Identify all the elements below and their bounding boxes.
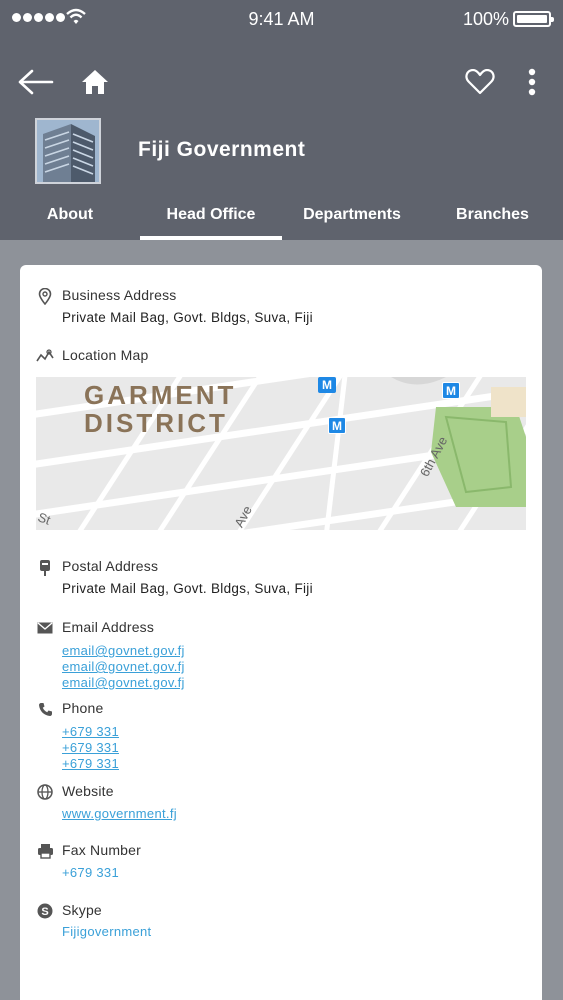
tab-bar: About Head Office Departments Branches <box>0 196 563 240</box>
battery-icon <box>513 11 554 27</box>
phone-link[interactable]: +679 331 <box>62 740 119 756</box>
metro-marker-icon[interactable]: M <box>318 377 336 393</box>
back-button[interactable] <box>16 64 56 100</box>
website-title: Website <box>62 783 114 799</box>
email-title: Email Address <box>62 619 155 635</box>
home-button[interactable] <box>78 64 112 100</box>
details-card: Business Address Private Mail Bag, Govt.… <box>20 265 542 1000</box>
svg-text:S: S <box>41 906 48 918</box>
skype-title: Skype <box>62 902 102 918</box>
fax-title: Fax Number <box>62 842 142 858</box>
email-link[interactable]: email@govnet.gov.fj <box>62 643 185 659</box>
more-options-button[interactable] <box>518 64 546 100</box>
phone-title: Phone <box>62 700 104 716</box>
metro-marker-icon[interactable]: M <box>328 417 346 434</box>
skype-icon: S <box>36 902 54 920</box>
envelope-icon <box>36 619 54 637</box>
globe-icon <box>36 783 54 801</box>
website-link[interactable]: www.government.fj <box>62 806 177 822</box>
heart-icon <box>465 69 495 95</box>
page-title: Fiji Government <box>138 138 306 161</box>
status-bar: 9:41 AM 100% <box>0 0 563 38</box>
home-icon <box>82 70 108 94</box>
phone-link[interactable]: +679 331 <box>62 756 119 772</box>
organization-logo <box>35 118 101 184</box>
business-address-value: Private Mail Bag, Govt. Bldgs, Suva, Fij… <box>62 310 313 325</box>
postal-address-value: Private Mail Bag, Govt. Bldgs, Suva, Fij… <box>62 581 313 596</box>
postal-address-title: Postal Address <box>62 558 159 574</box>
tab-departments[interactable]: Departments <box>282 196 422 240</box>
mailbox-icon <box>36 558 54 576</box>
phone-link[interactable]: +679 331 <box>62 724 119 740</box>
battery-percentage: 100% <box>462 9 509 29</box>
fax-value[interactable]: +679 331 <box>62 865 119 880</box>
favorite-button[interactable] <box>462 64 498 100</box>
more-vertical-icon <box>528 68 536 96</box>
map-icon <box>36 347 54 365</box>
email-link[interactable]: email@govnet.gov.fj <box>62 659 185 675</box>
tab-about[interactable]: About <box>0 196 140 240</box>
skype-value[interactable]: Fijigovernment <box>62 924 151 939</box>
printer-icon <box>36 842 54 860</box>
phone-icon <box>36 700 54 718</box>
email-link[interactable]: email@govnet.gov.fj <box>62 675 185 691</box>
tab-head-office[interactable]: Head Office <box>140 196 282 240</box>
location-pin-icon <box>36 287 54 305</box>
map-district-label: GARMENT DISTRICT <box>84 380 237 438</box>
metro-marker-icon[interactable]: M <box>442 382 460 399</box>
tab-branches[interactable]: Branches <box>422 196 563 240</box>
business-address-title: Business Address <box>62 287 177 303</box>
location-map[interactable]: GARMENT DISTRICT 6th Ave Ave St M M M <box>36 377 526 530</box>
back-arrow-icon <box>18 69 54 95</box>
location-map-title: Location Map <box>62 347 149 363</box>
app-header: 9:41 AM 100% Fiji Government About Head … <box>0 0 563 240</box>
